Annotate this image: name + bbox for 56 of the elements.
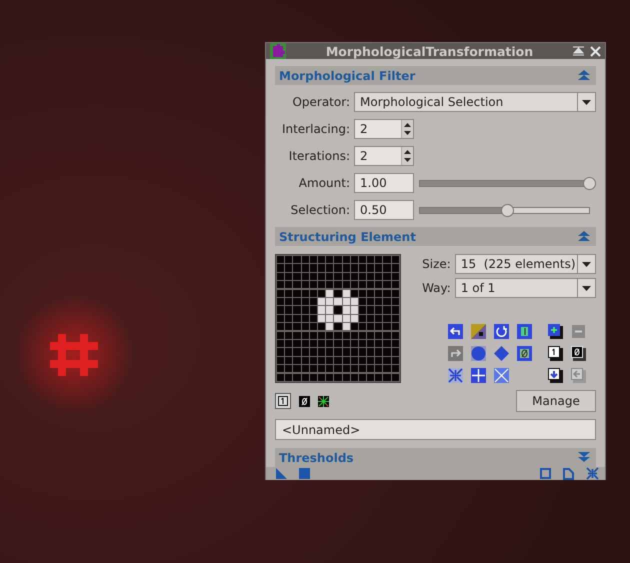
shade-icon[interactable]: [573, 46, 584, 56]
one-icon[interactable]: [275, 393, 291, 409]
one-layer-icon[interactable]: [548, 346, 563, 361]
expand-icon[interactable]: [578, 452, 590, 463]
field-label: Size:: [421, 257, 451, 271]
name-field[interactable]: <Unnamed>: [275, 419, 596, 440]
close-icon[interactable]: [590, 46, 601, 56]
value-field[interactable]: 1.00: [354, 173, 414, 193]
square-outline-icon[interactable]: [540, 468, 551, 479]
section-title: Morphological Filter: [279, 68, 416, 82]
field-label: Iterations:: [288, 149, 350, 163]
rotate-icon[interactable]: [494, 324, 509, 339]
field-label: Interlacing:: [280, 122, 350, 136]
circle-icon[interactable]: [471, 346, 486, 361]
size-dropdown[interactable]: 15 (225 elements): [454, 254, 596, 274]
manage-button[interactable]: Manage: [516, 390, 596, 412]
document-icon[interactable]: [563, 468, 574, 480]
invert-square-icon[interactable]: [471, 324, 486, 339]
way-dropdown[interactable]: 1 of 1: [454, 278, 596, 298]
spin-arrows-icon[interactable]: [401, 120, 413, 138]
collapse-icon[interactable]: [578, 70, 590, 81]
redo-icon[interactable]: [448, 346, 463, 361]
value-field[interactable]: 0.50: [354, 200, 414, 220]
field-label: Selection:: [290, 203, 350, 217]
upload-way-icon[interactable]: [571, 368, 586, 383]
slider-thumb[interactable]: [501, 204, 514, 216]
spin-field[interactable]: 2: [354, 119, 414, 139]
set-all-icon[interactable]: [517, 324, 532, 339]
spin-arrows-icon[interactable]: [401, 147, 413, 165]
spin-field[interactable]: 2: [354, 146, 414, 166]
shrink-icon[interactable]: [448, 368, 463, 383]
clear-all-icon[interactable]: [517, 346, 532, 361]
diamond-icon[interactable]: [494, 346, 509, 361]
add-way-icon[interactable]: [548, 324, 563, 339]
zero-layer-icon[interactable]: [571, 346, 586, 361]
field-label: Way:: [421, 281, 451, 295]
triangle-icon[interactable]: [276, 468, 287, 479]
section-title: Thresholds: [279, 450, 354, 464]
collapse-icon[interactable]: [578, 231, 590, 242]
remove-way-icon[interactable]: [571, 324, 586, 339]
download-way-icon[interactable]: [548, 368, 563, 383]
field-label: Amount:: [298, 176, 350, 190]
window-title: MorphologicalTransformation: [324, 44, 534, 58]
field-label: Operator:: [291, 95, 350, 109]
slider[interactable]: [419, 176, 596, 190]
spark-icon[interactable]: [318, 396, 329, 406]
shrink-icon[interactable]: [586, 467, 599, 480]
element-grid[interactable]: [275, 254, 401, 383]
section-title: Structuring Element: [279, 230, 416, 244]
undo-icon[interactable]: [448, 324, 463, 339]
operator-dropdown[interactable]: Morphological Selection: [354, 92, 596, 112]
zero-icon[interactable]: [299, 396, 310, 406]
slider-thumb[interactable]: [583, 176, 596, 190]
puzzle-icon: [270, 43, 286, 59]
cross-icon[interactable]: [494, 368, 509, 383]
plus-icon[interactable]: [471, 368, 486, 383]
